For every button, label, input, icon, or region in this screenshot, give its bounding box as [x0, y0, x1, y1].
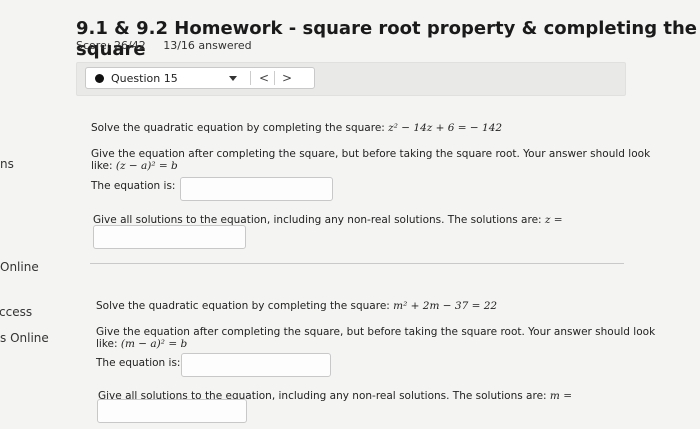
problem-1-prompt: Solve the quadratic equation by completi… — [91, 122, 502, 134]
question-status-dot — [95, 74, 104, 83]
section-divider — [90, 263, 624, 264]
problem-2-equation-input[interactable] — [181, 353, 331, 377]
chevron-down-icon[interactable] — [229, 76, 237, 81]
sidebar-fragment-1[interactable]: ns — [0, 157, 14, 171]
problem-2-like-form: (m − a)² = b — [120, 338, 188, 350]
answered-count: 13/16 answered — [163, 39, 252, 52]
nav-divider — [274, 71, 275, 85]
score-line: Score: 26/42 13/16 answered — [76, 39, 266, 52]
problem-1-solutions-var: z = — [544, 214, 563, 226]
problem-1-instruction: Give the equation after completing the s… — [91, 148, 651, 160]
problem-1-equation: z² − 14z + 6 = − 142 — [388, 122, 503, 134]
problem-2-equation: m² + 2m − 37 = 22 — [393, 300, 498, 312]
problem-2-like-prefix: like: — [96, 338, 118, 350]
problem-1-like: like: (z − a)² = b — [91, 160, 178, 172]
problem-1-solutions-input[interactable] — [93, 225, 246, 249]
problem-2-prompt-text: Solve the quadratic equation by completi… — [96, 300, 390, 312]
problem-2-solutions-input[interactable] — [97, 399, 247, 423]
problem-1-prompt-text: Solve the quadratic equation by completi… — [91, 122, 385, 134]
question-select[interactable]: Question 15 < > — [85, 67, 315, 89]
sidebar-fragment-access[interactable]: ccess — [0, 305, 32, 319]
sidebar-fragment-online[interactable]: Online — [0, 260, 39, 274]
problem-1-equation-label: The equation is: — [91, 180, 176, 192]
problem-1-like-form: (z − a)² = b — [115, 160, 178, 172]
question-nav-bar: Question 15 < > — [76, 62, 626, 96]
problem-2-like: like: (m − a)² = b — [96, 338, 187, 350]
score-text: Score: 26/42 — [76, 39, 146, 52]
problem-2-solutions-var: m = — [549, 390, 572, 402]
prev-question-button[interactable]: < — [253, 68, 275, 88]
problem-2-prompt: Solve the quadratic equation by completi… — [96, 300, 497, 312]
sidebar-fragment-online-2[interactable]: s Online — [0, 331, 49, 345]
nav-divider-left — [250, 71, 251, 85]
next-question-button[interactable]: > — [276, 68, 298, 88]
problem-1-equation-input[interactable] — [180, 177, 333, 201]
question-label: Question 15 — [111, 72, 178, 85]
problem-1-like-prefix: like: — [91, 160, 113, 172]
problem-2-equation-label: The equation is: — [96, 357, 181, 369]
problem-2-instruction: Give the equation after completing the s… — [96, 326, 656, 338]
